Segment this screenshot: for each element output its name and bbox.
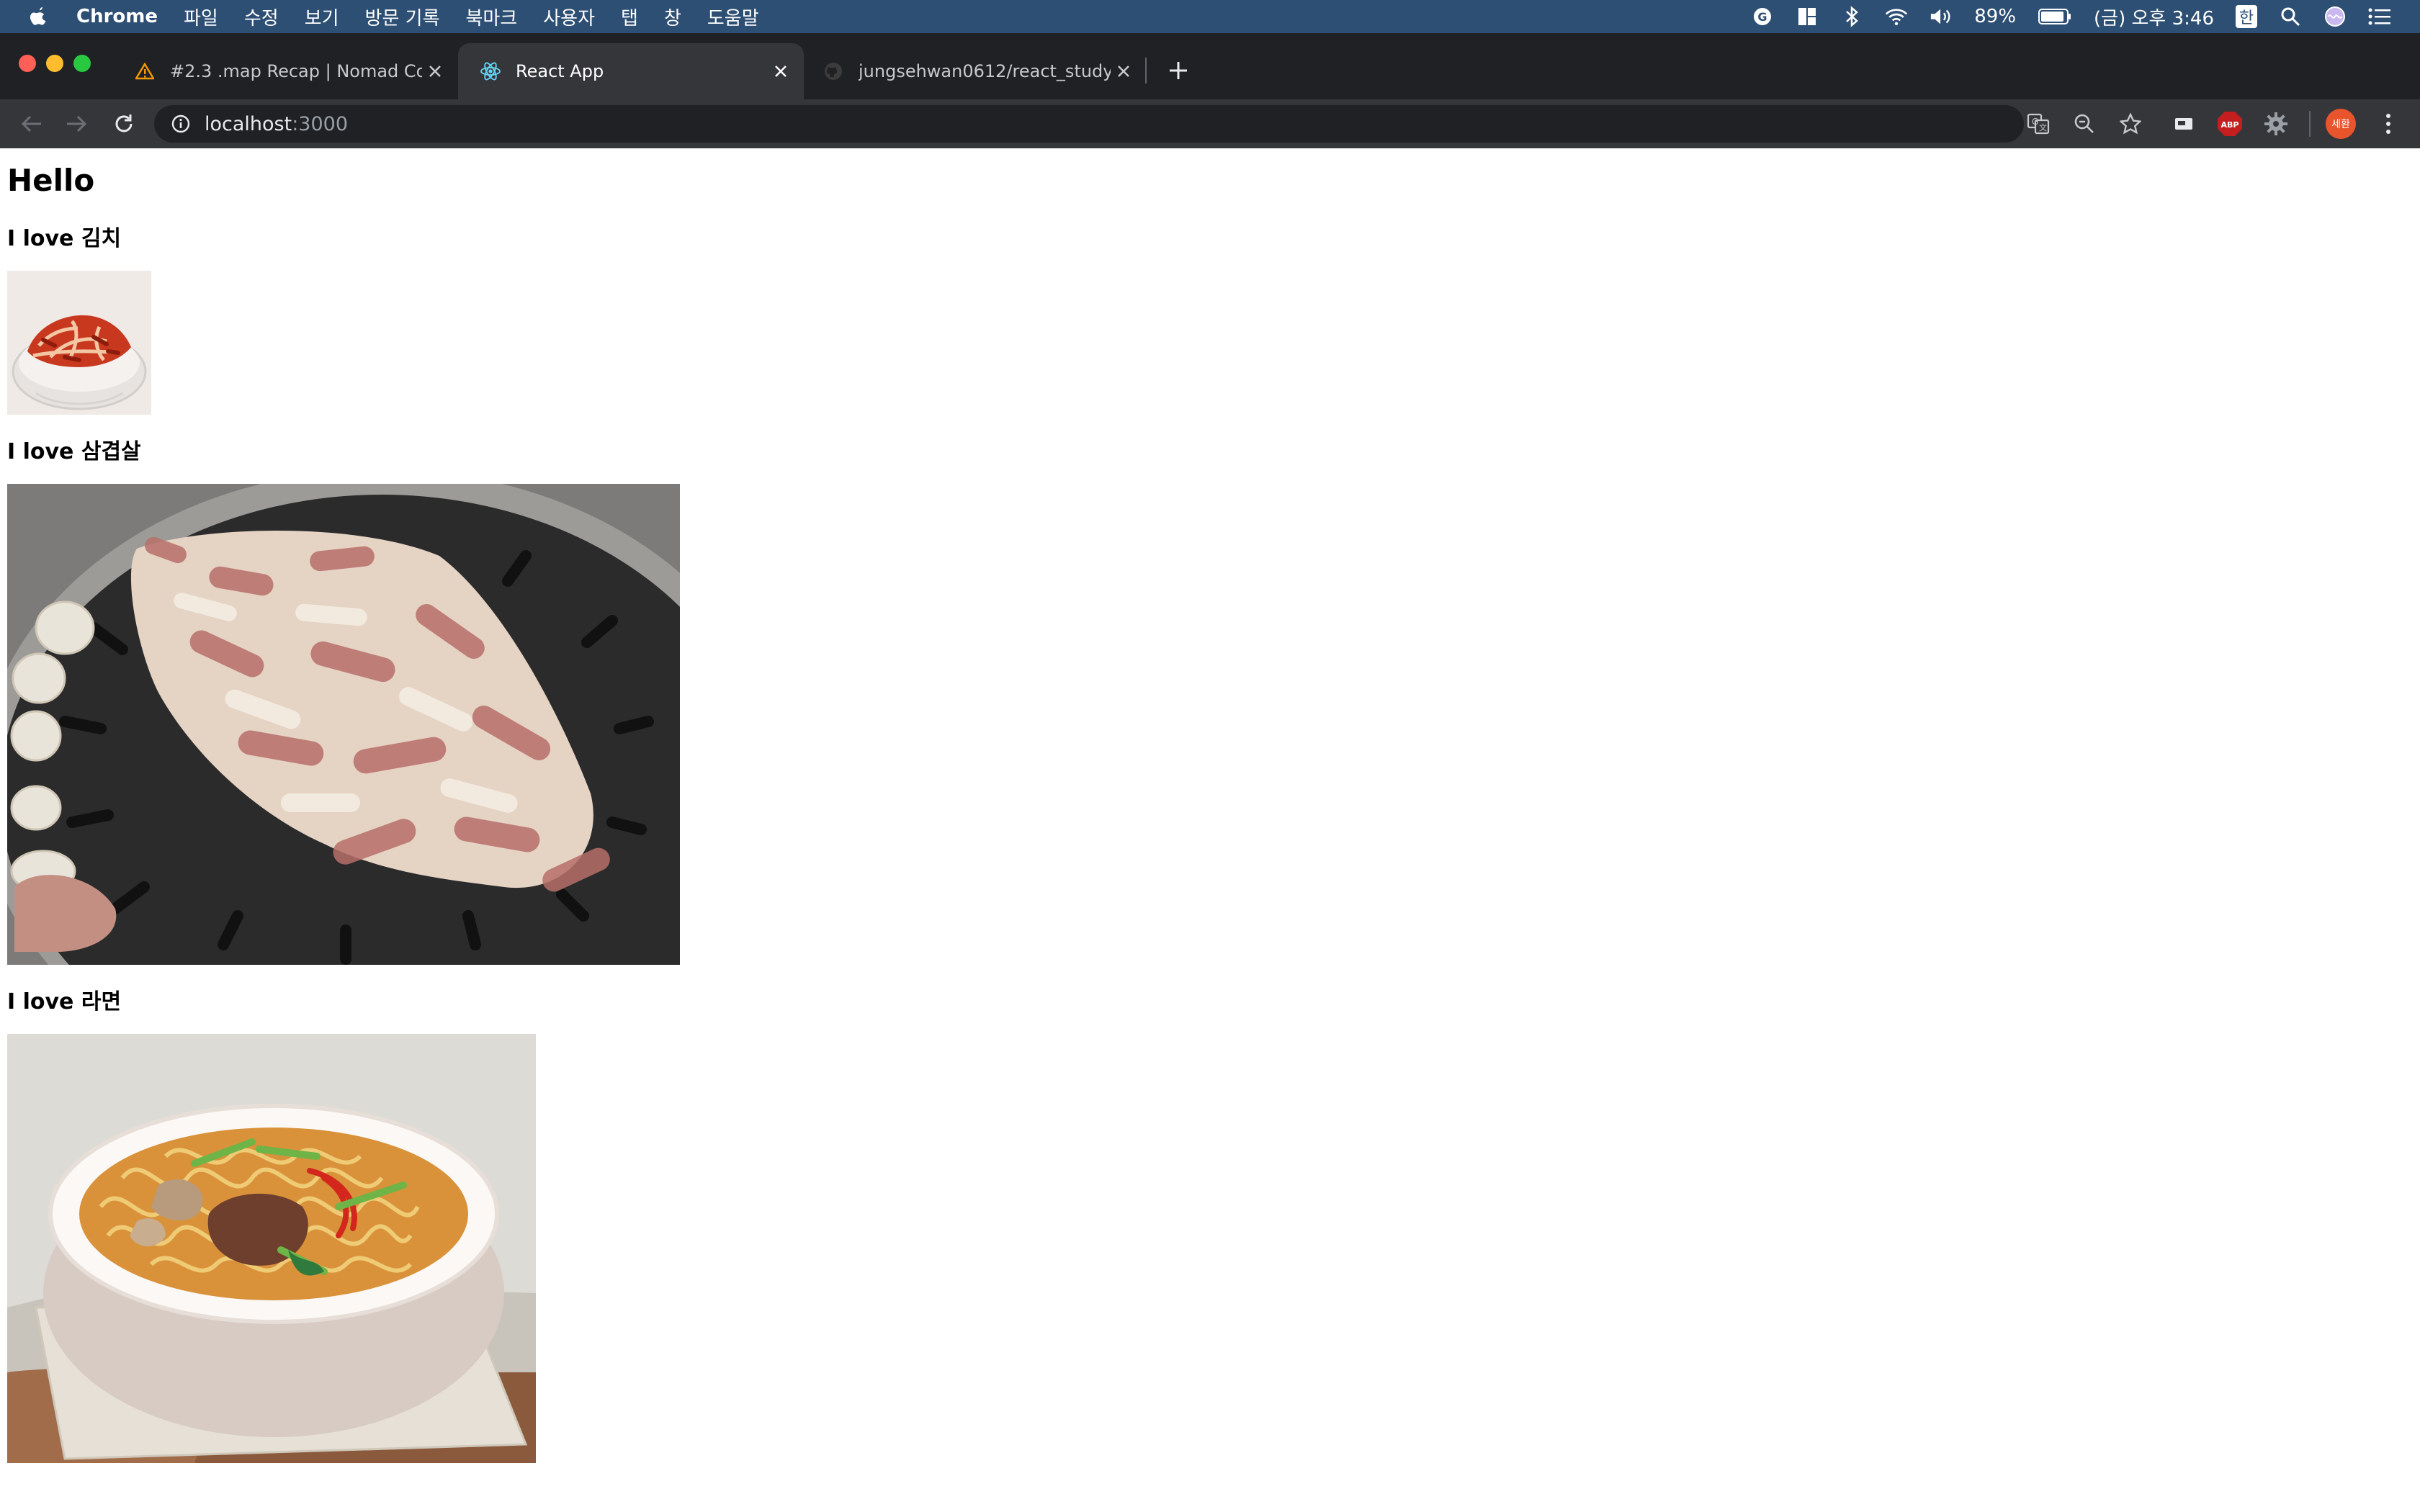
tab-divider bbox=[1145, 58, 1147, 84]
tab-title: #2.3 .map Recap | Nomad Coders bbox=[170, 61, 422, 81]
svg-text:ABP: ABP bbox=[2221, 120, 2239, 130]
browser-toolbar: localhost:3000 G文 ABP 세환 bbox=[0, 99, 2420, 148]
profile-avatar[interactable]: 세환 bbox=[2325, 108, 2357, 140]
volume-icon[interactable] bbox=[1930, 5, 1953, 28]
react-icon bbox=[480, 60, 501, 82]
url-host: localhost bbox=[205, 112, 292, 135]
apple-menu-icon[interactable] bbox=[29, 6, 50, 27]
menubar-clock[interactable]: (금) 오후 3:46 bbox=[2094, 4, 2214, 30]
svg-text:G: G bbox=[2032, 117, 2038, 127]
active-app-name[interactable]: Chrome bbox=[76, 6, 158, 27]
translate-icon[interactable]: G文 bbox=[2022, 108, 2054, 140]
wifi-icon[interactable] bbox=[1885, 5, 1908, 28]
battery-percentage[interactable]: 89% bbox=[1974, 6, 2016, 27]
reload-icon[interactable] bbox=[108, 108, 140, 140]
spotlight-search-icon[interactable] bbox=[2279, 5, 2302, 28]
url-port: :3000 bbox=[292, 112, 349, 135]
svg-text:G: G bbox=[1758, 10, 1767, 24]
menu-edit[interactable]: 수정 bbox=[244, 4, 279, 30]
tab-close-icon[interactable] bbox=[768, 58, 794, 84]
site-info-icon[interactable] bbox=[170, 113, 192, 135]
svg-text:文: 文 bbox=[2039, 122, 2047, 132]
ramen-image bbox=[7, 1034, 536, 1463]
tab-close-icon[interactable] bbox=[1111, 58, 1137, 84]
page-heading: Hello bbox=[7, 163, 95, 198]
menu-tab[interactable]: 탭 bbox=[621, 4, 638, 30]
macos-menu-bar: Chrome 파일 수정 보기 방문 기록 북마크 사용자 탭 창 도움말 G … bbox=[0, 0, 2420, 33]
menu-window[interactable]: 창 bbox=[664, 4, 681, 30]
address-bar[interactable]: localhost:3000 G文 bbox=[154, 105, 2141, 143]
menu-people[interactable]: 사용자 bbox=[543, 4, 595, 30]
menu-help[interactable]: 도움말 bbox=[707, 4, 759, 30]
menu-bookmarks[interactable]: 북마크 bbox=[466, 4, 518, 30]
window-controls bbox=[19, 55, 91, 72]
battery-icon[interactable] bbox=[2038, 5, 2072, 28]
menu-view[interactable]: 보기 bbox=[305, 4, 339, 30]
new-tab-plus-icon[interactable] bbox=[1162, 55, 1194, 86]
input-method-label: 한 bbox=[2238, 9, 2254, 27]
tab-nomad-coders[interactable]: #2.3 .map Recap | Nomad Coders bbox=[112, 43, 458, 99]
tab-close-icon[interactable] bbox=[422, 58, 448, 84]
bookmark-star-icon[interactable] bbox=[2115, 108, 2146, 140]
forward-arrow-icon[interactable] bbox=[60, 108, 92, 140]
bluetooth-icon[interactable] bbox=[1840, 5, 1863, 28]
food-title-samgyeopsal: I love 삼겹살 bbox=[7, 439, 141, 464]
web-page-content: Hello I love 김치 I love 삼겹살 I love 라면 bbox=[0, 148, 2420, 1512]
chrome-menu-kebab-icon[interactable] bbox=[2372, 108, 2404, 140]
github-icon bbox=[823, 60, 844, 82]
siri-icon[interactable] bbox=[2323, 5, 2347, 28]
settings-gear-extension-icon[interactable] bbox=[2260, 108, 2292, 140]
toolbar-divider bbox=[2309, 111, 2311, 137]
input-method-indicator[interactable]: 한 bbox=[2236, 5, 2257, 28]
grammarly-status-icon[interactable]: G bbox=[1751, 5, 1774, 28]
menu-history[interactable]: 방문 기록 bbox=[365, 4, 440, 30]
back-arrow-icon[interactable] bbox=[16, 108, 48, 140]
zoom-icon[interactable] bbox=[2069, 108, 2100, 140]
tab-react-app[interactable]: React App bbox=[458, 43, 804, 99]
warning-icon bbox=[134, 60, 156, 82]
browser-tab-strip: #2.3 .map Recap | Nomad Coders React App… bbox=[0, 33, 2420, 99]
window-layout-icon[interactable] bbox=[1796, 5, 1819, 28]
adblock-plus-icon[interactable]: ABP bbox=[2214, 108, 2246, 140]
samgyeopsal-image bbox=[7, 484, 680, 965]
notification-center-icon[interactable] bbox=[2368, 5, 2391, 28]
extension-screen-icon[interactable] bbox=[2168, 108, 2200, 140]
food-title-ramen: I love 라면 bbox=[7, 989, 122, 1014]
window-minimize-button[interactable] bbox=[46, 55, 63, 72]
food-title-kimchi: I love 김치 bbox=[7, 226, 122, 251]
tab-title: jungsehwan0612/react_study: React bbox=[859, 61, 1111, 81]
window-zoom-button[interactable] bbox=[73, 55, 91, 72]
tab-title: React App bbox=[516, 61, 604, 81]
kimchi-image bbox=[7, 271, 151, 415]
window-close-button[interactable] bbox=[19, 55, 36, 72]
profile-initials: 세환 bbox=[2331, 119, 2350, 130]
tab-github-react-study[interactable]: jungsehwan0612/react_study: React bbox=[801, 43, 1147, 99]
menu-file[interactable]: 파일 bbox=[184, 4, 218, 30]
